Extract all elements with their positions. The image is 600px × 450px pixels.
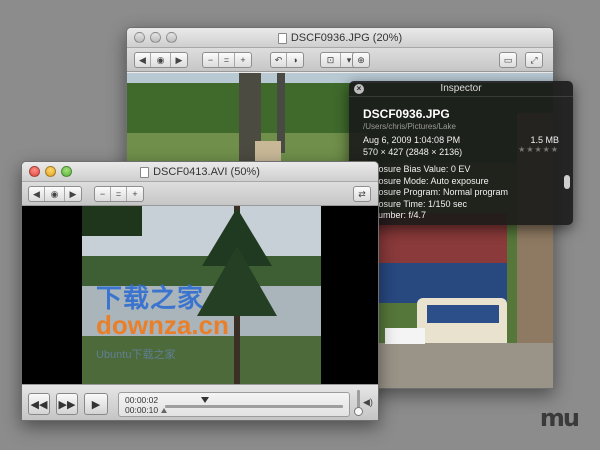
actual-size-icon[interactable]: = — [219, 53, 235, 67]
inspector-date: Aug 6, 2009 1:04:08 PM — [363, 135, 461, 145]
zoom-out-icon[interactable]: − — [203, 53, 219, 67]
speaker-icon: ◀) — [363, 397, 373, 407]
fullscreen-group: ⤢ — [525, 52, 543, 68]
sidebar-toggle-group: ▭ — [499, 52, 517, 68]
video-window-titlebar[interactable]: DSCF0413.AVI (50%) — [22, 162, 378, 182]
exif-item: Exposure Bias Value: 0 EV — [363, 164, 471, 174]
inspector-dimensions: 570 × 427 (2848 × 2136) — [363, 147, 463, 157]
exif-list: Exposure Bias Value: 0 EV Exposure Mode:… — [363, 164, 508, 222]
crop-icon[interactable]: ⊡ — [321, 53, 341, 67]
adjust-icon[interactable]: ◑ — [287, 53, 303, 67]
share-group: ⊕ — [352, 52, 370, 68]
playhead[interactable] — [201, 397, 209, 403]
actual-size-icon[interactable]: = — [111, 187, 127, 201]
inspector-file-size: 1.5 MB — [530, 135, 559, 145]
exif-item: Exposure Mode: Auto exposure — [363, 175, 489, 186]
zoom-group: − = + — [202, 52, 252, 68]
rating-stars[interactable]: ★★★★★ — [518, 145, 559, 154]
zoom-button[interactable] — [166, 32, 177, 43]
in-point-marker[interactable] — [161, 408, 167, 413]
playback-controls: ◀◀ ▶▶ ▶ 00:00:02 00:00:10 ◀) — [22, 384, 378, 420]
inspector-title: Inspector — [349, 81, 573, 97]
sidebar-icon[interactable]: ▭ — [500, 53, 516, 67]
fullscreen-icon[interactable]: ⤢ — [526, 53, 542, 67]
watermark-url: Ubuntu下载之家 — [96, 349, 176, 361]
video-window-title: DSCF0413.AVI (50%) — [153, 166, 260, 178]
exif-item: Exposure Program: Normal program — [363, 187, 509, 197]
close-button[interactable] — [29, 166, 40, 177]
inspector-file-path: /Users/chris/Pictures/Lake — [363, 122, 456, 131]
fast-forward-icon[interactable]: ▶▶ — [56, 393, 78, 415]
photo-toolbar: ◀ ◉ ▶ − = + ↶ ◑ ⊡ ▾ ⊕ ▭ ⤢ — [127, 48, 553, 72]
navigation-group: ◀ ◉ ▶ — [134, 52, 188, 68]
rotate-left-icon[interactable]: ↶ — [271, 53, 287, 67]
photo-window-titlebar[interactable]: DSCF0936.JPG (20%) — [127, 28, 553, 48]
rewind-icon[interactable]: ◀◀ — [28, 393, 50, 415]
document-icon — [277, 32, 287, 44]
zoom-button[interactable] — [61, 166, 72, 177]
duration: 00:00:10 — [125, 405, 159, 415]
photo-window-title: DSCF0936.JPG (20%) — [290, 32, 403, 44]
inspector-file-name: DSCF0936.JPG — [363, 107, 450, 121]
inspector-scrollbar[interactable] — [564, 175, 570, 189]
window-controls — [29, 166, 72, 177]
video-toolbar: ◀ ◉ ▶ − = + ⇄ — [22, 182, 378, 206]
watermark-latin: downza.cn — [96, 310, 229, 340]
zoom-group: − = + — [94, 186, 144, 202]
window-controls — [134, 32, 177, 43]
minimize-button[interactable] — [45, 166, 56, 177]
share-icon[interactable]: ⊕ — [353, 53, 369, 67]
zoom-in-icon[interactable]: + — [127, 187, 143, 201]
previous-icon[interactable]: ◀ — [29, 187, 45, 201]
share-group: ⇄ — [353, 186, 371, 202]
next-icon[interactable]: ▶ — [65, 187, 81, 201]
zoom-out-icon[interactable]: − — [95, 187, 111, 201]
share-icon[interactable]: ⇄ — [354, 187, 370, 201]
close-icon[interactable]: × — [354, 84, 364, 94]
minimize-button[interactable] — [150, 32, 161, 43]
next-icon[interactable]: ▶ — [171, 53, 187, 67]
zoom-in-icon[interactable]: + — [235, 53, 251, 67]
exif-item: Exposure Time: 1/150 sec — [363, 198, 468, 209]
corner-logo: mu — [539, 404, 580, 432]
timeline-track[interactable] — [165, 405, 343, 408]
navigation-group: ◀ ◉ ▶ — [28, 186, 82, 202]
rotate-group: ↶ ◑ — [270, 52, 304, 68]
volume-knob[interactable] — [354, 407, 363, 416]
current-time: 00:00:02 — [125, 395, 159, 405]
exif-item: F-Number: f/4.7 — [363, 210, 427, 220]
eye-icon[interactable]: ◉ — [151, 53, 171, 67]
inspector-panel: × Inspector DSCF0936.JPG /Users/chris/Pi… — [349, 81, 573, 225]
eye-icon[interactable]: ◉ — [45, 187, 65, 201]
play-icon[interactable]: ▶ — [84, 393, 108, 415]
close-button[interactable] — [134, 32, 145, 43]
timeline-panel: 00:00:02 00:00:10 — [118, 392, 350, 417]
document-icon — [140, 166, 150, 178]
previous-icon[interactable]: ◀ — [135, 53, 151, 67]
